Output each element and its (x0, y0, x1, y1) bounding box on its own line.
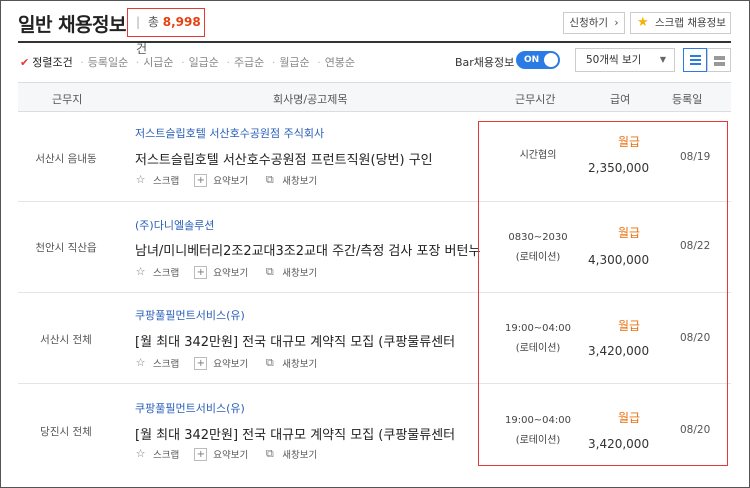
row-location: 천안시 직산읍 (35, 242, 97, 254)
row-pay-type: 월급 (618, 135, 641, 149)
col-pay: 급여 (610, 93, 631, 106)
job-count: | 총 8,998 건 (127, 8, 205, 56)
check-icon: ✔ (20, 56, 30, 69)
row-hours: 0830~2030 (로테이션) (508, 232, 568, 263)
summary-action[interactable]: + 요약보기 (194, 265, 248, 279)
newwindow-action[interactable]: ⧉ 새창보기 (263, 447, 317, 461)
row-date: 08/20 (680, 424, 711, 436)
scrap-action[interactable]: ☆ 스크랩 (134, 172, 180, 187)
row-date: 08/19 (680, 151, 711, 163)
row-pay-amount: 2,350,000 (588, 161, 650, 175)
row-date: 08/22 (680, 240, 711, 252)
card-view-button[interactable] (707, 48, 731, 72)
apply-button-label: 신청하기 (569, 17, 609, 29)
apply-button[interactable]: 신청하기 › (563, 12, 625, 34)
table-row[interactable]: 천안시 직산읍 (주)다니엘솔루션 남녀/미니베터리2조2교대3조2교대 주간/… (18, 202, 731, 293)
row-location: 당진시 전체 (40, 426, 92, 438)
row-company[interactable]: 쿠팡풀필먼트서비스(유) (135, 307, 245, 323)
newwindow-action[interactable]: ⧉ 새창보기 (263, 356, 317, 370)
external-link-icon: ⧉ (265, 172, 274, 186)
star-outline-icon: ☆ (135, 355, 146, 369)
row-hours: 19:00~04:00 (로테이션) (504, 415, 571, 446)
row-company[interactable]: 쿠팡풀필먼트서비스(유) (135, 400, 245, 416)
sort-option-weekly[interactable]: 주급순 (234, 56, 264, 69)
summary-action[interactable]: + 요약보기 (194, 356, 248, 370)
summary-action[interactable]: + 요약보기 (194, 173, 248, 187)
sort-options: ✔ 정렬조건 · 등록일순 · 시급순 · 일급순 · 주급순 · 월급순 · 연봉순 (20, 56, 356, 69)
page-size-select[interactable]: 50개씩 보기 ▼ (575, 48, 675, 72)
star-outline-icon: ☆ (135, 264, 146, 278)
bar-jobs-label: Bar채용정보 (455, 56, 515, 69)
caret-down-icon: ▼ (659, 55, 666, 64)
plus-icon: + (194, 447, 208, 461)
plus-icon: + (194, 356, 208, 370)
row-title[interactable]: [월 최대 342만원] 전국 대규모 계약직 모집 (쿠팡물류센터 (135, 424, 485, 443)
row-title[interactable]: 남녀/미니베터리2조2교대3조2교대 주간/측정 검사 포장 버턴누 (135, 240, 485, 259)
count-separator: | (136, 15, 141, 29)
row-location: 서산시 전체 (40, 334, 92, 346)
toggle-state: ON (524, 55, 540, 65)
header-divider (18, 41, 731, 43)
list-view-button[interactable] (683, 48, 707, 72)
scrap-jobs-label: 스크랩 채용정보 (655, 17, 726, 29)
row-actions: ☆ 스크랩 + 요약보기 ⧉ 새창보기 (134, 356, 329, 370)
sort-option-daily[interactable]: 일급순 (189, 56, 219, 69)
row-actions: ☆ 스크랩 + 요약보기 ⧉ 새창보기 (134, 447, 329, 461)
page-size-value: 50개씩 보기 (586, 54, 642, 66)
newwindow-action[interactable]: ⧉ 새창보기 (263, 173, 317, 187)
row-actions: ☆ 스크랩 + 요약보기 ⧉ 새창보기 (134, 265, 329, 279)
row-pay-type: 월급 (618, 411, 641, 425)
row-pay-amount: 3,420,000 (588, 344, 650, 358)
scrap-action[interactable]: ☆ 스크랩 (134, 446, 180, 461)
row-company[interactable]: 저스트슬립호텔 서산호수공원점 주식회사 (135, 125, 324, 141)
newwindow-action[interactable]: ⧉ 새창보기 (263, 265, 317, 279)
sort-option-monthly[interactable]: 월급순 (279, 56, 309, 69)
count-prefix: 총 (147, 15, 159, 29)
col-location: 근무지 (52, 93, 83, 106)
row-location: 서산시 음내동 (35, 153, 97, 165)
plus-icon: + (194, 173, 208, 187)
scrap-action[interactable]: ☆ 스크랩 (134, 355, 180, 370)
table-row[interactable]: 서산시 음내동 저스트슬립호텔 서산호수공원점 주식회사 저스트슬립호텔 서산호… (18, 112, 731, 202)
star-icon: ★ (637, 15, 649, 30)
row-actions: ☆ 스크랩 + 요약보기 ⧉ 새창보기 (134, 173, 329, 187)
row-pay-type: 월급 (618, 226, 641, 240)
table-row[interactable]: 당진시 전체 쿠팡풀필먼트서비스(유) [월 최대 342만원] 전국 대규모 … (18, 384, 731, 479)
row-pay-amount: 3,420,000 (588, 437, 650, 451)
row-title[interactable]: [월 최대 342만원] 전국 대규모 계약직 모집 (쿠팡물류센터 (135, 331, 485, 350)
row-hours: 19:00~04:00 (로테이션) (504, 323, 571, 354)
chevron-right-icon: › (614, 17, 619, 29)
plus-icon: + (194, 265, 208, 279)
sort-active[interactable]: ✔ 정렬조건 (20, 56, 73, 69)
table-row[interactable]: 서산시 전체 쿠팡풀필먼트서비스(유) [월 최대 342만원] 전국 대규모 … (18, 293, 731, 384)
star-outline-icon: ☆ (135, 446, 146, 460)
external-link-icon: ⧉ (265, 446, 274, 460)
sort-option-annual[interactable]: 연봉순 (325, 56, 355, 69)
table-header: 근무지 회사명/공고제목 근무시간 급여 등록일 (18, 82, 731, 112)
sort-option-date[interactable]: 등록일순 (88, 56, 128, 69)
row-pay-amount: 4,300,000 (588, 253, 650, 267)
col-hours: 근무시간 (515, 93, 556, 106)
scrap-jobs-button[interactable]: ★ 스크랩 채용정보 (630, 12, 731, 34)
col-company: 회사명/공고제목 (273, 93, 348, 106)
external-link-icon: ⧉ (265, 355, 274, 369)
col-date: 등록일 (672, 93, 703, 106)
external-link-icon: ⧉ (265, 264, 274, 278)
row-title[interactable]: 저스트슬립호텔 서산호수공원점 프런트직원(당번) 구인 (135, 149, 485, 168)
row-hours: 시간협의 (519, 150, 557, 161)
sort-option-hourly[interactable]: 시급순 (143, 56, 173, 69)
bar-jobs-toggle[interactable]: ON (516, 51, 560, 69)
row-pay-type: 월급 (618, 319, 641, 333)
page-title: 일반 채용정보 (18, 14, 127, 36)
toggle-knob (544, 53, 558, 67)
row-company[interactable]: (주)다니엘솔루션 (135, 217, 214, 233)
star-outline-icon: ☆ (135, 172, 146, 186)
row-date: 08/20 (680, 332, 711, 344)
scrap-action[interactable]: ☆ 스크랩 (134, 264, 180, 279)
summary-action[interactable]: + 요약보기 (194, 447, 248, 461)
count-number: 8,998 (162, 15, 201, 29)
